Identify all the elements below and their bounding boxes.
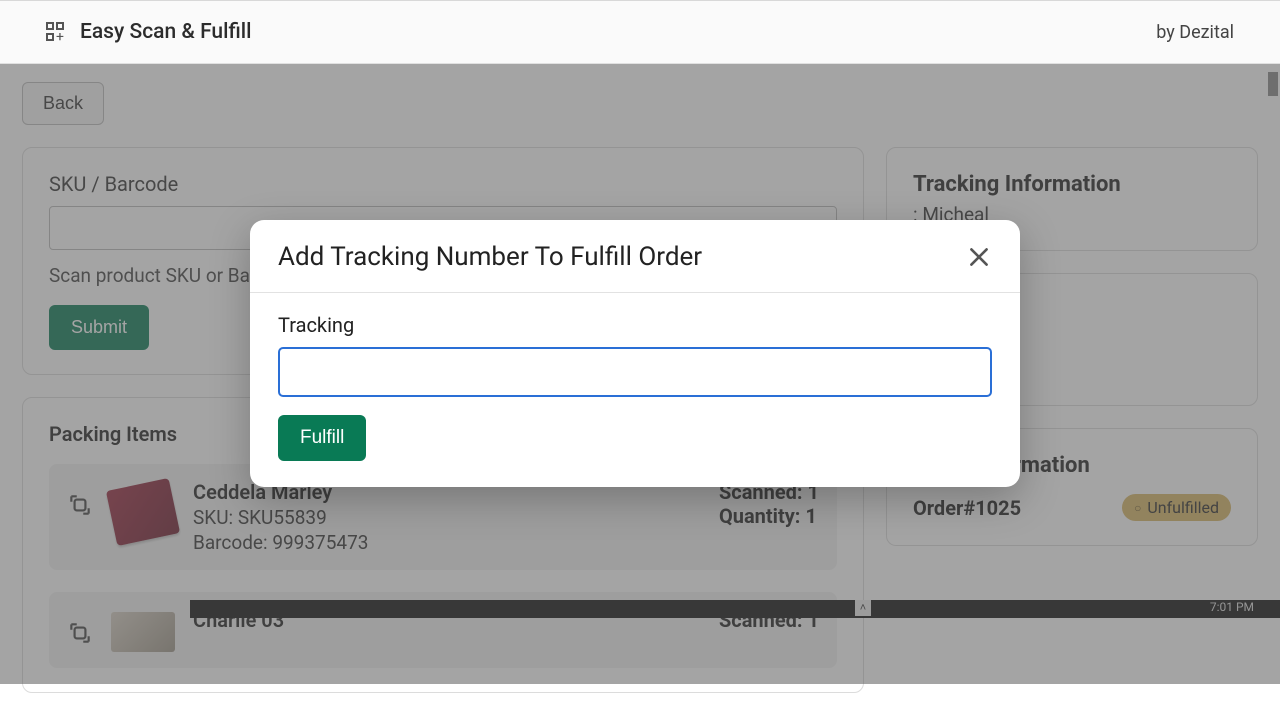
app-grid-icon: + bbox=[46, 22, 66, 42]
modal-title: Add Tracking Number To Fulfill Order bbox=[278, 242, 702, 272]
vendor-label: by Dezital bbox=[1156, 22, 1234, 43]
tracking-modal: Add Tracking Number To Fulfill Order Tra… bbox=[250, 220, 1020, 487]
tracking-input[interactable] bbox=[278, 347, 992, 397]
tracking-label: Tracking bbox=[278, 313, 992, 337]
app-top-bar: + Easy Scan & Fulfill by Dezital bbox=[0, 0, 1280, 64]
topbar-left: + Easy Scan & Fulfill bbox=[46, 20, 251, 44]
app-title: Easy Scan & Fulfill bbox=[80, 20, 251, 44]
fulfill-button[interactable]: Fulfill bbox=[278, 415, 366, 461]
close-icon[interactable] bbox=[966, 244, 992, 270]
